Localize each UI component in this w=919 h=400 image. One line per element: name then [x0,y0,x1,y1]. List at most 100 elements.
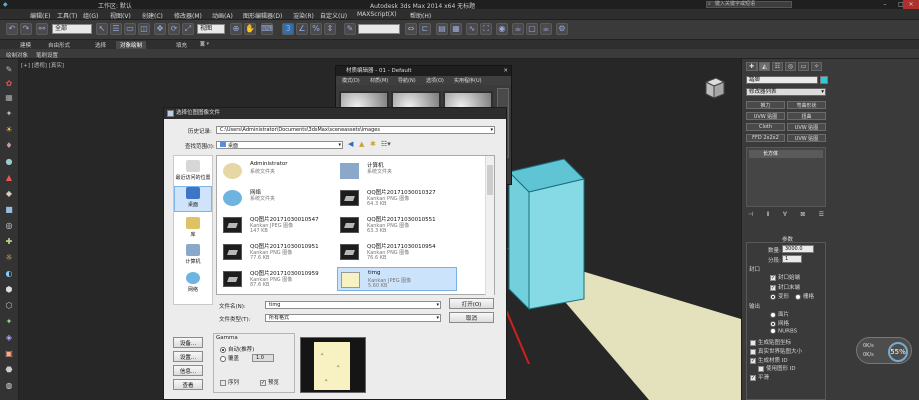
filetype-dropdown[interactable]: 所有格式 ▾ [265,314,441,322]
menu-help[interactable]: 帮助(H) [410,11,431,20]
modifier-button-twist[interactable]: 扭曲 [787,112,826,120]
view-button[interactable]: 查看 [173,379,203,390]
scrollbar-thumb[interactable] [487,165,493,195]
utilities-icon[interactable]: ✧ [811,62,822,71]
make-unique-icon[interactable]: ∀ [783,211,787,219]
ribbon-tab-populate[interactable]: 填充 [176,41,187,49]
list-item[interactable]: QQ图片20171030010547 Kankan JPEG 图像 147 KB [220,213,340,237]
real-world-map-checkbox[interactable]: 真实世界贴图大小 [750,347,802,355]
curve-editor-icon[interactable]: ∿ [466,23,478,35]
tool-icon-5[interactable]: ☀ [3,125,15,135]
list-item[interactable]: QQ图片20171030010954 Kankan PNG 图像 76.6 KB [337,240,457,264]
graphite-toggle-icon[interactable]: ▦ [450,23,462,35]
tool-icon-17[interactable]: ✦ [3,317,15,327]
modifier-button-uvw-3[interactable]: UVW 贴图 [787,134,826,142]
cap-end-checkbox[interactable]: ✓ 封口末端 [770,283,800,291]
generate-mapping-checkbox[interactable]: 生成贴图坐标 [750,338,791,346]
tool-icon-4[interactable]: ✦ [3,109,15,119]
tool-icon-10[interactable]: ■ [3,205,15,215]
percent-snap-icon[interactable]: % [310,23,322,35]
gamma-override-value[interactable]: 1.0 [252,354,274,362]
reference-coordinate-dropdown[interactable]: 视图 [197,24,225,34]
up-folder-icon[interactable]: ▲ [359,140,364,148]
list-item[interactable]: 计算机 系统文件夹 [337,159,457,183]
material-menu-mode[interactable]: 模式(D) [342,77,360,84]
hierarchy-icon[interactable]: ☷ [772,62,783,71]
look-in-dropdown[interactable]: 桌面 ▾ [216,141,343,149]
list-item[interactable]: Administrator 系统文件夹 [220,159,340,183]
create-icon[interactable]: ✚ [746,62,757,71]
file-list[interactable]: Administrator 系统文件夹 计算机 系统文件夹 网络 系统文件夹 Q… [216,155,495,296]
selection-filter-dropdown[interactable]: 全部 [52,24,92,34]
layer-manager-icon[interactable]: ▤ [436,23,448,35]
snaps-toggle-icon[interactable]: 3 [282,23,294,35]
list-item[interactable]: QQ图片20171030010951 Kankan PNG 图像 77.6 KB [220,240,340,264]
modifier-stack[interactable]: 长方体 [746,147,826,207]
modifier-button-uvw-2[interactable]: UVW 贴图 [787,123,826,131]
minimize-icon[interactable]: – [877,0,893,9]
paint-brush-icon[interactable]: ✎ [3,65,15,75]
named-selection-sets-dropdown[interactable] [358,24,400,34]
amount-spinner[interactable]: 3000.0 [782,245,814,253]
open-button[interactable]: 打开(O) [449,298,494,309]
ribbon-subtab-paint-objects[interactable]: 绘制对象 [6,51,28,59]
tool-icon-11[interactable]: ◎ [3,221,15,231]
tool-icon-21[interactable]: ◍ [3,381,15,391]
modifier-button-ffd[interactable]: FFD 2x2x2 [746,134,785,142]
align-icon[interactable]: ⊏ [419,23,431,35]
pivot-center-icon[interactable]: ⊕ [230,23,242,35]
place-desktop[interactable]: 桌面 [174,186,212,212]
menu-view[interactable]: 视图(V) [110,11,131,20]
modifier-list-dropdown[interactable]: 修改器列表 ▾ [746,88,826,96]
output-patch-radio[interactable]: 面片 [770,310,789,318]
sequence-checkbox[interactable]: 序列 [220,378,239,386]
render-iterative-icon[interactable]: ⚙ [556,23,568,35]
material-menu-options[interactable]: 选项(O) [426,77,444,84]
pin-stack-icon[interactable]: ⊣ [748,211,753,219]
ribbon-subtab-brush-settings[interactable]: 笔刷设置 [36,51,58,59]
spinner-snap-icon[interactable]: ⇕ [324,23,336,35]
workspace-selector[interactable]: 工作区: 默认 [98,1,132,10]
modifier-button-cloth[interactable]: Cloth [746,123,785,131]
tool-icon-19[interactable]: ▣ [3,349,15,359]
render-setup-icon[interactable]: ☕ [512,23,524,35]
gamma-override-radio[interactable]: 覆盖 [220,354,239,362]
list-item[interactable]: QQ图片20171030010327 Kankan PNG 图像 64.3 KB [337,186,457,210]
tool-icon-14[interactable]: ◐ [3,269,15,279]
devices-button[interactable]: 设备... [173,337,203,348]
list-item[interactable]: 网络 系统文件夹 [220,186,340,210]
angle-snap-icon[interactable]: ∠ [296,23,308,35]
remove-modifier-icon[interactable]: ⊠ [800,211,805,219]
viewport-label[interactable]: [+] [透视] [真实] [21,61,64,69]
select-object-icon[interactable]: ↖ [96,23,108,35]
place-libraries[interactable]: 库 [174,217,212,238]
modify-icon[interactable]: ◭ [759,62,770,71]
tool-icon-8[interactable]: ▲ [3,173,15,183]
viewcube-icon[interactable] [700,74,728,102]
window-crossing-icon[interactable]: ◫ [138,23,150,35]
undo-icon[interactable]: ↶ [6,23,18,35]
gamma-auto-radio[interactable]: 自动(推荐) [220,345,254,353]
ribbon-options-icon[interactable]: ◙ ▾ [200,41,209,47]
rendered-frame-icon[interactable]: ▢ [526,23,538,35]
tool-icon-16[interactable]: ⬡ [3,301,15,311]
new-folder-icon[interactable]: ✱ [370,140,376,148]
redo-icon[interactable]: ↷ [20,23,32,35]
menu-create[interactable]: 创建(C) [142,11,163,20]
object-color-swatch[interactable] [820,76,828,84]
cancel-button[interactable]: 取消 [449,312,494,323]
tool-icon-20[interactable]: ⬣ [3,365,15,375]
generate-material-ids-checkbox[interactable]: ✓ 生成材质 ID [750,356,788,364]
history-dropdown[interactable]: C:\Users\Administrator\Documents\3dsMax\… [216,126,495,134]
motion-icon[interactable]: ◎ [785,62,796,71]
menu-animation[interactable]: 动画(A) [212,11,233,20]
tool-icon-7[interactable]: ● [3,157,15,167]
output-nurbs-radio[interactable]: NURBS [770,328,797,335]
filename-input[interactable]: timg ▾ [265,301,441,309]
app-logo-icon[interactable]: ◆ [3,1,8,8]
setup-button[interactable]: 设置... [173,351,203,362]
segments-spinner[interactable]: 1 [782,255,802,263]
rotate-icon[interactable]: ⟳ [168,23,180,35]
modifier-button-uvw[interactable]: UVW 贴图 [746,112,785,120]
output-mesh-radio[interactable]: 网格 [770,319,789,327]
